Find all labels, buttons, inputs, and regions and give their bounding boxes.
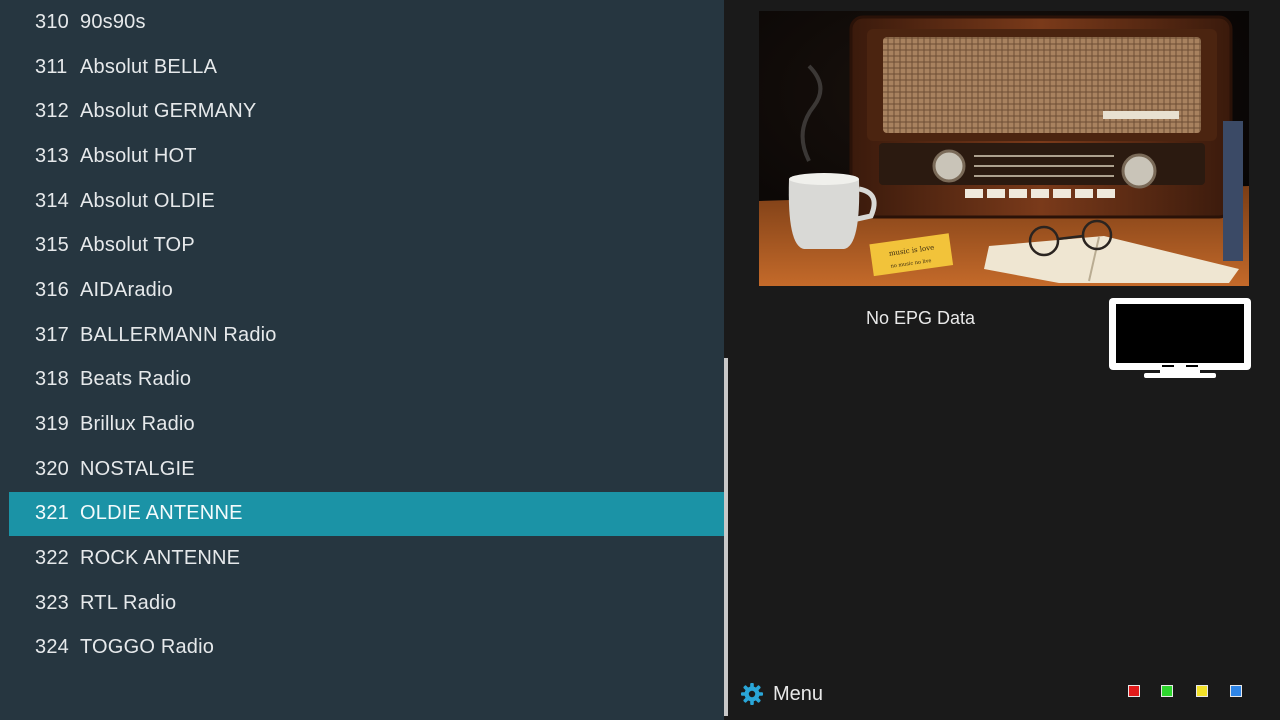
scrollbar[interactable] bbox=[724, 0, 728, 720]
color-key-legend bbox=[1128, 685, 1248, 698]
channel-name: Absolut OLDIE bbox=[80, 189, 215, 212]
red-key[interactable] bbox=[1128, 685, 1140, 697]
channel-number: 321 bbox=[35, 502, 69, 525]
channel-name: 90s90s bbox=[80, 10, 146, 33]
channel-number: 315 bbox=[35, 234, 69, 257]
epg-status: No EPG Data bbox=[866, 308, 976, 328]
channel-number: 319 bbox=[35, 413, 69, 436]
channel-row-selected[interactable]: 321 OLDIE ANTENNE bbox=[9, 491, 724, 537]
channel-number: 316 bbox=[35, 278, 69, 301]
channel-row[interactable]: 323 RTL Radio bbox=[9, 581, 724, 626]
gear-icon bbox=[741, 683, 763, 705]
channel-name: TOGGO Radio bbox=[80, 636, 215, 659]
channel-name: Absolut BELLA bbox=[80, 55, 218, 78]
channel-row[interactable]: 324 TOGGO Radio bbox=[9, 626, 724, 671]
channel-name: AIDAradio bbox=[80, 278, 173, 301]
channel-number: 314 bbox=[35, 189, 69, 212]
channel-row[interactable]: 318 Beats Radio bbox=[9, 358, 724, 403]
channel-name: Beats Radio bbox=[80, 368, 192, 391]
channel-number: 322 bbox=[35, 547, 69, 570]
channel-number: 323 bbox=[35, 591, 69, 614]
channel-number: 318 bbox=[35, 368, 69, 391]
channel-row[interactable]: 319 Brillux Radio bbox=[9, 402, 724, 447]
channel-name: NOSTALGIE bbox=[80, 457, 195, 480]
channel-artwork: music is love no music no live bbox=[759, 11, 1249, 286]
channel-row[interactable]: 311 Absolut BELLA bbox=[9, 45, 724, 90]
channel-number: 317 bbox=[35, 323, 69, 346]
vintage-radio-image: music is love no music no live bbox=[759, 11, 1249, 286]
channel-list: 310 90s90s 311 Absolut BELLA 312 Absolut GERM… bbox=[9, 0, 724, 670]
channel-row[interactable]: 316 AIDAradio bbox=[9, 268, 724, 313]
channel-name: OLDIE ANTENNE bbox=[80, 502, 243, 525]
channel-row[interactable]: 310 90s90s bbox=[9, 0, 724, 45]
scrollbar-thumb[interactable] bbox=[724, 358, 728, 716]
channel-name: Absolut HOT bbox=[80, 144, 197, 167]
channel-number: 313 bbox=[35, 144, 69, 167]
channel-row[interactable]: 313 Absolut HOT bbox=[9, 134, 724, 179]
menu-label: Menu bbox=[773, 682, 824, 705]
channel-number: 324 bbox=[35, 636, 69, 659]
menu-button[interactable]: Menu bbox=[740, 680, 823, 708]
channel-name: BALLERMANN Radio bbox=[80, 323, 277, 346]
channel-number: 312 bbox=[35, 100, 69, 123]
channel-name: Absolut TOP bbox=[80, 234, 195, 257]
channel-name: Absolut GERMANY bbox=[80, 100, 257, 123]
channel-name: Brillux Radio bbox=[80, 413, 195, 436]
channel-row[interactable]: 312 Absolut GERMANY bbox=[9, 89, 724, 134]
tv-icon bbox=[1109, 298, 1251, 378]
channel-row[interactable]: 314 Absolut OLDIE bbox=[9, 179, 724, 224]
channel-number: 310 bbox=[35, 10, 69, 33]
radio-channel-screen: 310 90s90s 311 Absolut BELLA 312 Absolut GERM… bbox=[0, 0, 1280, 720]
channel-row[interactable]: 322 ROCK ANTENNE bbox=[9, 536, 724, 581]
channel-number: 311 bbox=[35, 55, 68, 78]
channel-list-panel: 310 90s90s 311 Absolut BELLA 312 Absolut GERM… bbox=[0, 0, 724, 720]
channel-row[interactable]: 315 Absolut TOP bbox=[9, 223, 724, 268]
channel-row[interactable]: 317 BALLERMANN Radio bbox=[9, 313, 724, 358]
channel-name: RTL Radio bbox=[80, 591, 177, 614]
channel-name: ROCK ANTENNE bbox=[80, 547, 241, 570]
green-key[interactable] bbox=[1161, 685, 1173, 697]
channel-number: 320 bbox=[35, 457, 69, 480]
yellow-key[interactable] bbox=[1196, 685, 1208, 697]
blue-key[interactable] bbox=[1230, 685, 1242, 697]
channel-row[interactable]: 320 NOSTALGIE bbox=[9, 447, 724, 492]
